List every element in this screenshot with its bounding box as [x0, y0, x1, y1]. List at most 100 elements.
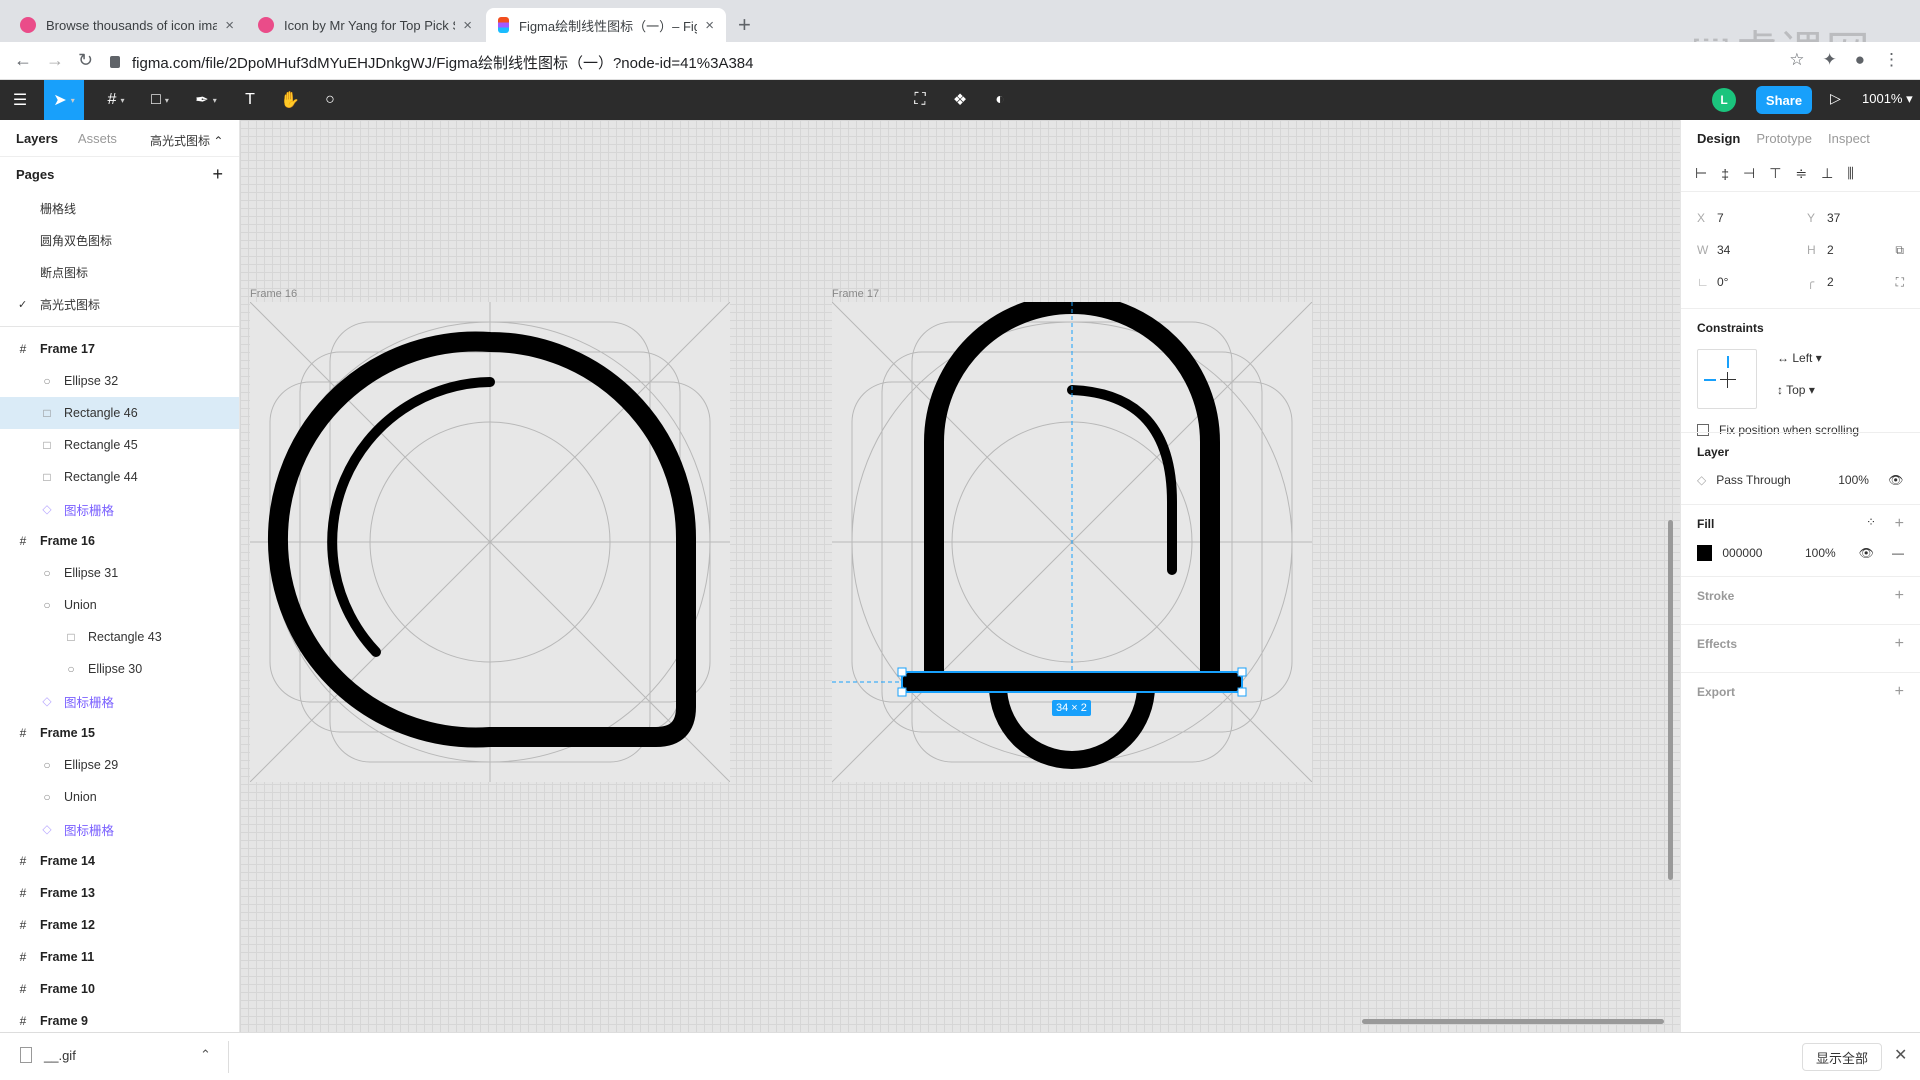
fill-hex-input[interactable]: 000000 [1722, 546, 1805, 560]
download-item[interactable]: __.gif [20, 1047, 76, 1063]
tab-inspect[interactable]: Inspect [1828, 131, 1870, 146]
share-button[interactable]: Share [1756, 86, 1812, 114]
x-input[interactable]: 7 [1717, 211, 1791, 225]
rotation-input[interactable]: 0° [1717, 275, 1791, 289]
close-tab-icon[interactable]: × [463, 17, 472, 34]
crop-icon[interactable]: ⛶ [902, 80, 938, 120]
move-tool-icon[interactable]: ➤ ▾ [44, 80, 84, 120]
constraint-widget[interactable] [1697, 349, 1757, 409]
layer-frame[interactable]: # Frame 15 [0, 717, 239, 749]
profile-icon[interactable]: ● [1855, 50, 1865, 70]
close-tab-icon[interactable]: × [705, 17, 714, 34]
close-icon[interactable]: ✕ [1894, 1045, 1907, 1065]
close-tab-icon[interactable]: × [225, 17, 234, 34]
tab-prototype[interactable]: Prototype [1756, 131, 1812, 146]
page-item[interactable]: 圆角双色图标 [0, 224, 239, 256]
layer-frame[interactable]: # Frame 9 [0, 1005, 239, 1032]
vertical-constraint-select[interactable]: ↕ Top ▾ [1777, 383, 1815, 397]
layer-item[interactable]: ◇ 图标栅格 [0, 685, 239, 717]
remove-fill-icon[interactable]: — [1892, 546, 1904, 560]
fill-opacity-input[interactable]: 100% [1805, 546, 1859, 560]
layer-frame[interactable]: # Frame 16 [0, 525, 239, 557]
url-field[interactable]: figma.com/file/2DpoMHuf3dMYuEHJDnkgWJ/Fi… [110, 49, 1810, 75]
page-item[interactable]: 栅格线 [0, 192, 239, 224]
fill-color-swatch[interactable] [1697, 545, 1713, 561]
align-top-icon[interactable]: ⊤ [1769, 165, 1781, 182]
fill-visibility-eye-icon[interactable]: 👁 [1859, 546, 1874, 560]
layer-frame[interactable]: # Frame 13 [0, 877, 239, 909]
tab-design[interactable]: Design [1697, 131, 1740, 146]
new-tab-icon[interactable]: + [738, 12, 751, 38]
h-input[interactable]: 2 [1827, 243, 1901, 257]
frame-16[interactable] [250, 302, 730, 782]
layer-item[interactable]: ◇ 图标栅格 [0, 493, 239, 525]
user-avatar[interactable]: L [1712, 88, 1736, 112]
layer-frame[interactable]: # Frame 10 [0, 973, 239, 1005]
layer-item[interactable]: ○ Ellipse 31 [0, 557, 239, 589]
present-play-icon[interactable]: ▷ [1830, 90, 1841, 107]
layer-item[interactable]: □ Rectangle 44 [0, 461, 239, 493]
show-all-button[interactable]: 显示全部 [1802, 1043, 1882, 1071]
page-item[interactable]: 断点图标 [0, 256, 239, 288]
add-stroke-icon[interactable]: + [1895, 587, 1904, 605]
vertical-scrollbar[interactable] [1668, 520, 1673, 880]
align-middle-v-icon[interactable]: ≑ [1795, 165, 1807, 182]
frame-label[interactable]: Frame 17 [832, 288, 879, 300]
layer-frame[interactable]: # Frame 14 [0, 845, 239, 877]
chevron-up-icon[interactable]: ⌃ [200, 1047, 211, 1063]
comment-tool-icon[interactable]: ○ [312, 80, 348, 120]
w-input[interactable]: 34 [1717, 243, 1791, 257]
text-tool-icon[interactable]: T [232, 80, 268, 120]
independent-corners-icon[interactable]: ⛶ [1896, 275, 1904, 290]
layer-frame[interactable]: # Frame 11 [0, 941, 239, 973]
horizontal-scrollbar[interactable] [1362, 1019, 1664, 1024]
y-input[interactable]: 37 [1827, 211, 1901, 225]
frame-label[interactable]: Frame 16 [250, 288, 297, 300]
tab-layers[interactable]: Layers [16, 131, 58, 146]
menu-kebab-icon[interactable]: ⋮ [1883, 50, 1900, 70]
star-icon[interactable]: ☆ [1789, 50, 1804, 70]
layer-item[interactable]: □ Rectangle 45 [0, 429, 239, 461]
browser-tab-3[interactable]: Figma绘制线性图标（一）– Figma × [486, 8, 726, 42]
distribute-icon[interactable]: ⫼ [1847, 165, 1853, 182]
browser-tab-2[interactable]: Icon by Mr Yang for Top Pick Studio × [246, 8, 484, 42]
layer-item[interactable]: ○ Ellipse 29 [0, 749, 239, 781]
browser-tab-1[interactable]: Browse thousands of icon images × [8, 8, 246, 42]
reload-icon[interactable]: ↻ [78, 50, 93, 71]
canvas[interactable]: Frame 16 Frame 17 34 × 2 [240, 120, 1680, 1032]
align-right-icon[interactable]: ⊣ [1743, 165, 1755, 182]
layer-item[interactable]: ○ Union [0, 589, 239, 621]
frame-tool-icon[interactable]: # ▾ [96, 80, 136, 120]
current-page-selector[interactable]: 高光式图标 ⌃ [150, 132, 223, 149]
hand-tool-icon[interactable]: ✋ [272, 80, 308, 120]
add-fill-icon[interactable]: + [1895, 515, 1904, 533]
layer-item[interactable]: ○ Union [0, 781, 239, 813]
radius-input[interactable]: 2 [1827, 275, 1901, 289]
rectangle-46[interactable] [902, 672, 1242, 692]
layer-opacity[interactable]: 100% [1838, 473, 1888, 487]
constrain-proportions-icon[interactable]: ⧉ [1895, 243, 1904, 258]
layer-item[interactable]: ◇ 图标栅格 [0, 813, 239, 845]
forward-icon[interactable]: → [46, 50, 64, 71]
layer-item[interactable]: □ Rectangle 43 [0, 621, 239, 653]
zoom-level[interactable]: 1001% ▾ [1862, 91, 1913, 107]
layer-frame[interactable]: # Frame 12 [0, 909, 239, 941]
fill-styles-icon[interactable]: ⁘ [1866, 515, 1876, 529]
tab-assets[interactable]: Assets [78, 131, 117, 146]
add-page-icon[interactable]: + [212, 164, 223, 185]
page-item[interactable]: ✓ 高光式图标 [0, 288, 239, 320]
align-bottom-icon[interactable]: ⊥ [1821, 165, 1833, 182]
visibility-eye-icon[interactable]: 👁 [1888, 473, 1903, 487]
pen-tool-icon[interactable]: ✒ ▾ [186, 80, 226, 120]
horizontal-constraint-select[interactable]: ↔ Left ▾ [1777, 351, 1822, 365]
back-icon[interactable]: ← [14, 50, 32, 71]
layer-item[interactable]: ○ Ellipse 32 [0, 365, 239, 397]
layer-item[interactable]: ○ Ellipse 30 [0, 653, 239, 685]
blend-select[interactable]: Pass Through [1716, 473, 1838, 487]
align-left-icon[interactable]: ⊢ [1695, 165, 1707, 182]
layer-frame[interactable]: # Frame 17 [0, 333, 239, 365]
main-menu-icon[interactable]: ☰ [0, 80, 40, 120]
add-export-icon[interactable]: + [1895, 683, 1904, 701]
contrast-icon[interactable]: ◐ [982, 80, 1018, 120]
layer-item[interactable]: □ Rectangle 46 [0, 397, 239, 429]
